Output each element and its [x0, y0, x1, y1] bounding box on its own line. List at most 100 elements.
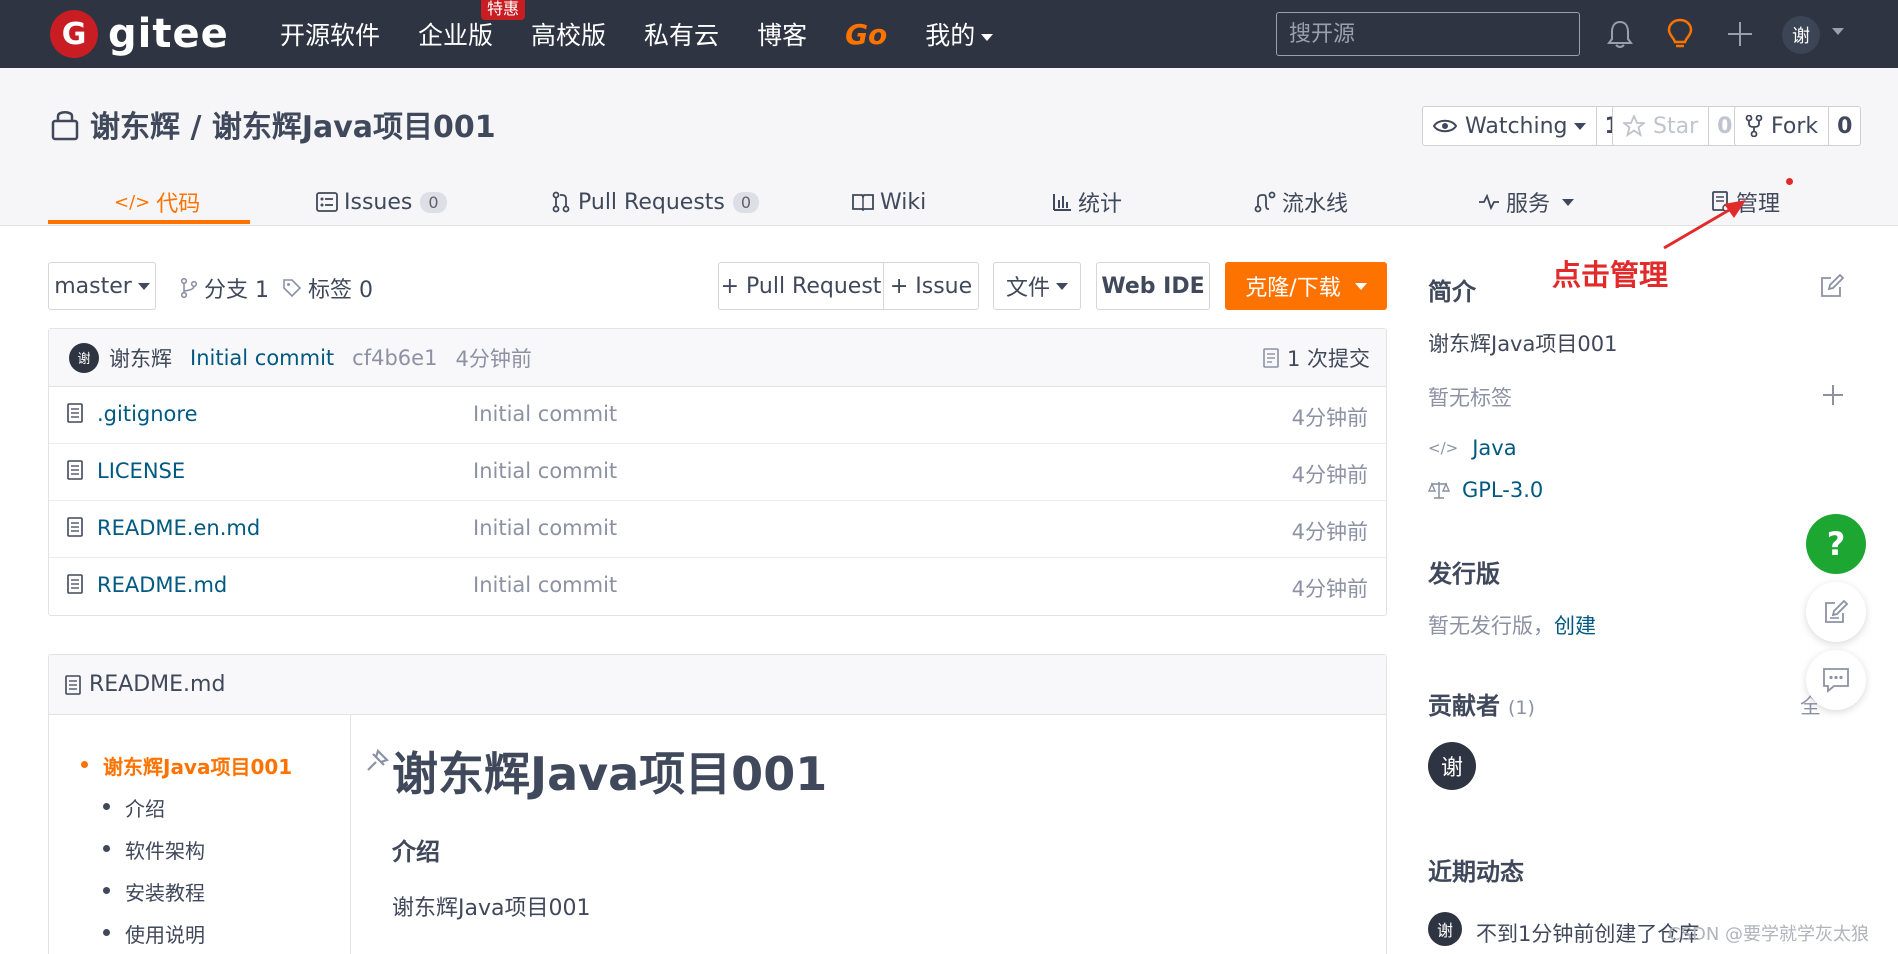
- plus-icon[interactable]: [1722, 16, 1758, 52]
- tab-pipeline[interactable]: 流水线: [1254, 178, 1348, 226]
- watch-label[interactable]: Watching: [1423, 107, 1596, 145]
- watch-button[interactable]: Watching 1: [1422, 106, 1629, 146]
- tab-service[interactable]: 服务: [1478, 178, 1575, 226]
- top-nav: 开源软件 企业版 特惠 高校版 私有云 博客 Go 我的: [280, 0, 1031, 68]
- file-name[interactable]: README.md: [97, 573, 227, 597]
- activity-text: 不到1分钟前创建了仓库: [1476, 922, 1700, 946]
- activity-avatar[interactable]: 谢: [1428, 912, 1462, 946]
- commit-hash[interactable]: cf4b6e1: [352, 346, 437, 370]
- branches-text: 分支 1: [204, 278, 269, 303]
- file-row[interactable]: README.md Initial commit 4分钟前: [49, 558, 1386, 615]
- tab-issues[interactable]: Issues 0: [316, 178, 447, 226]
- chevron-down-icon[interactable]: [1832, 28, 1844, 35]
- commit-author-avatar[interactable]: 谢: [69, 342, 99, 373]
- fork-text: Fork: [1771, 113, 1819, 139]
- readme-header: README.md: [49, 655, 1386, 715]
- readme-subheading: 介绍: [392, 838, 440, 866]
- fork-label[interactable]: Fork: [1735, 107, 1828, 145]
- bell-icon[interactable]: [1602, 16, 1638, 52]
- web-ide-button[interactable]: Web IDE: [1096, 262, 1210, 310]
- star-button[interactable]: Star 0: [1612, 106, 1742, 146]
- nav-enterprise[interactable]: 企业版 特惠: [418, 0, 526, 52]
- file-commit-message[interactable]: Initial commit: [473, 516, 617, 540]
- license-link[interactable]: GPL-3.0: [1428, 478, 1543, 502]
- file-icon: [67, 460, 83, 480]
- new-issue-button[interactable]: + Issue: [883, 262, 979, 310]
- tab-stats-label: 统计: [1078, 192, 1123, 217]
- chevron-down-icon: [981, 33, 994, 41]
- nav-mine[interactable]: 我的: [925, 16, 994, 52]
- file-list: 谢 谢东辉 Initial commit cf4b6e1 4分钟前 1 次提交 …: [48, 328, 1387, 616]
- tab-wiki[interactable]: Wiki: [852, 178, 926, 226]
- chat-button[interactable]: [1806, 650, 1866, 710]
- create-release-link[interactable]: 创建: [1554, 614, 1596, 638]
- star-label[interactable]: Star: [1613, 107, 1708, 145]
- edit-icon[interactable]: [1820, 274, 1844, 298]
- stats-icon: [1053, 194, 1071, 211]
- user-avatar[interactable]: 谢: [1782, 16, 1820, 54]
- file-row[interactable]: README.en.md Initial commit 4分钟前: [49, 501, 1386, 558]
- file-name[interactable]: README.en.md: [97, 516, 260, 540]
- branch-select[interactable]: master: [48, 262, 156, 310]
- fork-count[interactable]: 0: [1828, 107, 1860, 145]
- branches-link[interactable]: 分支 1: [180, 272, 269, 304]
- nav-go[interactable]: Go: [845, 18, 887, 51]
- logo-text: gitee: [108, 11, 229, 57]
- file-time: 4分钟前: [1291, 406, 1368, 430]
- file-commit-message[interactable]: Initial commit: [473, 402, 617, 426]
- nav-education[interactable]: 高校版: [531, 16, 606, 52]
- tab-wiki-label: Wiki: [880, 189, 927, 215]
- toc-item-install[interactable]: 安装教程: [103, 877, 205, 906]
- clone-download-button[interactable]: 克隆/下载: [1225, 262, 1387, 310]
- annotation-arrow-icon: [1663, 200, 1746, 250]
- file-menu-button[interactable]: 文件: [993, 262, 1081, 310]
- nav-open-source[interactable]: 开源软件: [280, 16, 380, 52]
- fork-button[interactable]: Fork 0: [1734, 106, 1862, 146]
- nav-private-cloud[interactable]: 私有云: [644, 16, 719, 52]
- pr-icon: [552, 191, 570, 213]
- lock-icon: [50, 107, 80, 141]
- help-button[interactable]: ?: [1806, 514, 1866, 574]
- toc-item-architecture[interactable]: 软件架构: [103, 835, 205, 864]
- code-icon: </>: [114, 191, 151, 213]
- file-icon: [67, 403, 83, 423]
- gitee-logo[interactable]: G gitee: [50, 10, 229, 58]
- file-row[interactable]: LICENSE Initial commit 4分钟前: [49, 444, 1386, 501]
- tags-link[interactable]: 标签 0: [282, 272, 373, 304]
- lightbulb-icon[interactable]: [1662, 16, 1698, 52]
- file-row[interactable]: .gitignore Initial commit 4分钟前: [49, 387, 1386, 444]
- fork-icon: [1745, 115, 1763, 137]
- tab-service-label: 服务: [1506, 192, 1551, 217]
- tab-code[interactable]: </> 代码: [114, 178, 200, 226]
- annotation-label: 点击管理: [1552, 258, 1669, 292]
- language-link[interactable]: </> Java: [1428, 436, 1517, 460]
- file-commit-message[interactable]: Initial commit: [473, 573, 617, 597]
- file-commit-message[interactable]: Initial commit: [473, 459, 617, 483]
- service-icon: [1479, 194, 1499, 210]
- commit-count[interactable]: 1 次提交: [1263, 343, 1370, 373]
- no-tags-text: 暂无标签: [1428, 386, 1512, 410]
- toc-item-title[interactable]: 谢东辉Java项目001: [80, 751, 292, 780]
- chevron-down-icon: [1354, 282, 1367, 290]
- readme-paragraph: 谢东辉Java项目001: [392, 896, 591, 921]
- clone-label: 克隆/下载: [1245, 276, 1341, 301]
- commit-author[interactable]: 谢东辉: [109, 343, 172, 373]
- file-name[interactable]: LICENSE: [97, 459, 185, 483]
- contributor-avatar[interactable]: 谢: [1428, 742, 1476, 790]
- nav-blog[interactable]: 博客: [757, 16, 807, 52]
- tab-stats[interactable]: 统计: [1052, 178, 1122, 226]
- feedback-button[interactable]: [1806, 582, 1866, 642]
- search-input[interactable]: [1276, 12, 1580, 56]
- language-text: Java: [1472, 436, 1517, 460]
- pull-request-button[interactable]: + Pull Request: [718, 262, 884, 310]
- issues-icon: [316, 192, 338, 212]
- toc-item-usage[interactable]: 使用说明: [103, 919, 205, 948]
- commit-message[interactable]: Initial commit: [190, 346, 334, 370]
- file-name[interactable]: .gitignore: [97, 402, 198, 426]
- toc-item-intro[interactable]: 介绍: [103, 793, 165, 822]
- readme-filename: README.md: [89, 672, 226, 697]
- tab-pull-requests[interactable]: Pull Requests 0: [552, 178, 760, 226]
- add-tag-icon[interactable]: [1822, 384, 1844, 406]
- file-icon: [67, 574, 83, 594]
- hot-badge: 特惠: [481, 0, 526, 20]
